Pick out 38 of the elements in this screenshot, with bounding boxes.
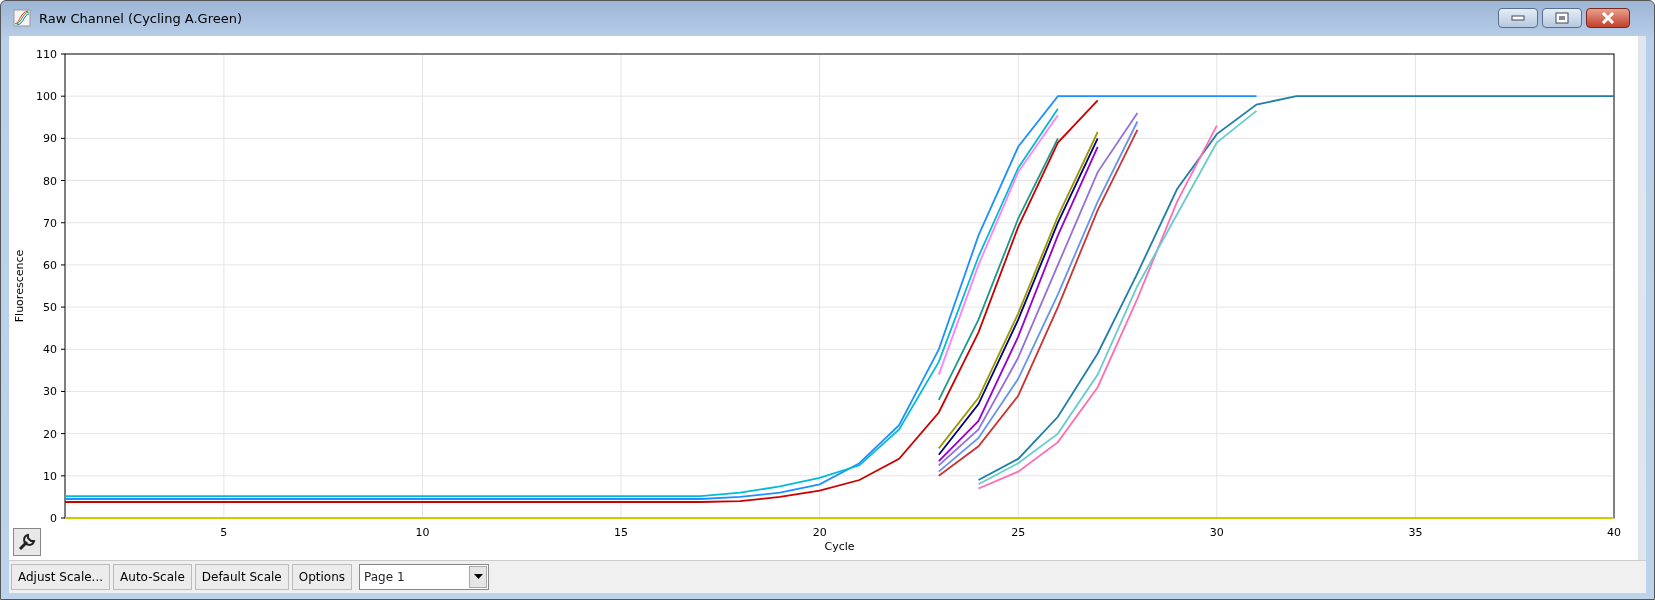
minimize-icon [1511, 15, 1525, 22]
maximize-button[interactable] [1542, 8, 1582, 29]
toolbar-button[interactable]: Default Scale [194, 563, 289, 590]
toolbar-button[interactable]: Auto-Scale [113, 563, 192, 590]
y-tick-label: 20 [43, 427, 57, 441]
caret-icon [473, 574, 483, 580]
toolbar-button[interactable]: Options [291, 563, 353, 590]
x-tick-label: 25 [1011, 525, 1026, 539]
x-tick-label: 10 [415, 525, 430, 539]
minimize-button[interactable] [1498, 8, 1538, 29]
y-tick-label: 80 [43, 174, 57, 188]
y-tick-label: 0 [50, 511, 57, 525]
x-tick-label: 15 [614, 525, 629, 539]
close-button[interactable] [1586, 8, 1630, 29]
y-tick-label: 90 [43, 132, 57, 146]
toolbar-button[interactable]: Adjust Scale... [11, 563, 111, 590]
y-tick-label: 60 [43, 258, 57, 272]
x-tick-label: 30 [1209, 525, 1224, 539]
x-tick-label: 40 [1607, 525, 1621, 539]
x-tick-label: 5 [220, 525, 228, 539]
x-tick-label: 35 [1408, 525, 1423, 539]
wrench-icon [17, 531, 37, 552]
page-dropdown[interactable]: Page 1 [359, 563, 490, 590]
x-tick-label: 20 [812, 525, 827, 539]
wrench-button[interactable] [13, 527, 41, 556]
y-axis-title: Fluorescence [13, 249, 26, 323]
y-tick-label: 70 [43, 216, 57, 230]
y-tick-label: 110 [36, 47, 57, 61]
restore-icon [1555, 12, 1569, 25]
y-tick-label: 50 [43, 301, 57, 315]
close-icon [1601, 12, 1615, 25]
y-tick-label: 30 [43, 385, 57, 399]
y-tick-label: 100 [36, 90, 57, 104]
x-axis-title: Cycle [824, 539, 855, 553]
y-tick-label: 10 [43, 469, 57, 483]
chart-app-icon [13, 9, 31, 28]
y-tick-label: 40 [43, 343, 57, 357]
window-title: Raw Channel (Cycling A.Green) [39, 9, 243, 28]
